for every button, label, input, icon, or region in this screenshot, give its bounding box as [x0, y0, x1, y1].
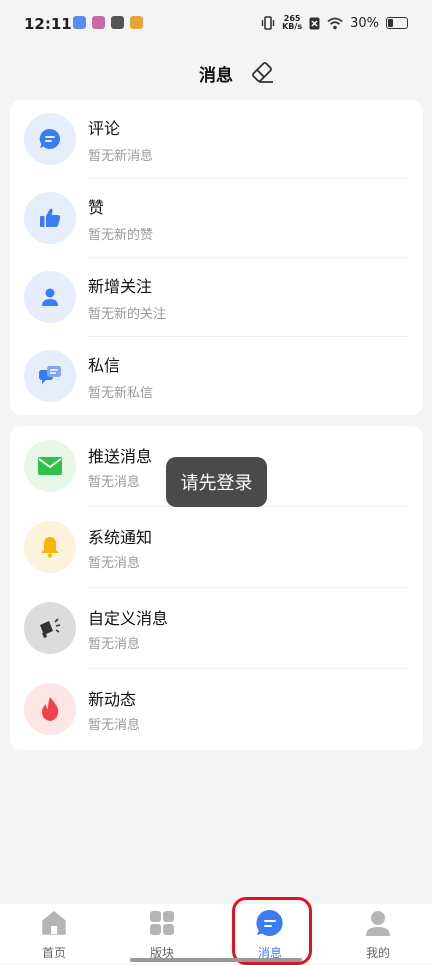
item-title: 新增关注 [88, 277, 153, 296]
item-subtitle: 暂无消息 [88, 637, 141, 652]
list-item-new-activity[interactable]: 新动态 暂无消息 [10, 669, 423, 750]
vibrate-icon [261, 16, 275, 30]
no-sim-icon [309, 17, 320, 29]
wifi-icon [327, 17, 343, 29]
item-subtitle: 暂无新消息 [88, 149, 154, 164]
interaction-messages-card: 评论 暂无新消息 赞 暂无新的赞 新增关注 暂无新的关注 私信 暂无新私信 [10, 100, 423, 415]
profile-icon [366, 911, 390, 936]
app-notification-icon [73, 16, 86, 29]
item-subtitle: 暂无新私信 [88, 386, 154, 401]
weibo-notification-icon [130, 16, 143, 29]
item-subtitle: 暂无消息 [88, 556, 141, 571]
comment-icon [24, 113, 76, 165]
item-subtitle: 暂无新的关注 [88, 307, 167, 322]
mail-icon [24, 440, 76, 492]
list-item-direct-messages[interactable]: 私信 暂无新私信 [10, 337, 423, 415]
chat-bubbles-icon [24, 350, 76, 402]
list-item-comments[interactable]: 评论 暂无新消息 [10, 100, 423, 179]
page-title: 消息 [199, 66, 233, 86]
nav-label: 我的 [365, 946, 390, 960]
home-indicator[interactable] [130, 958, 302, 962]
item-title: 私信 [88, 356, 121, 375]
nav-label: 首页 [41, 946, 66, 960]
list-item-likes[interactable]: 赞 暂无新的赞 [10, 179, 423, 258]
login-required-toast: 请先登录 [166, 457, 267, 507]
header: 消息 [0, 52, 432, 92]
status-time: 12:11 [24, 15, 72, 33]
grid-icon [150, 911, 174, 935]
highlight-box [232, 897, 312, 965]
nav-sections[interactable]: 版块 [122, 904, 202, 964]
network-speed: 265 KB/s [282, 14, 303, 31]
item-title: 新动态 [88, 690, 137, 709]
item-title: 评论 [88, 119, 121, 138]
battery-percent: 30% [350, 15, 379, 31]
nav-home[interactable]: 首页 [14, 904, 94, 964]
bottom-nav: 首页 版块 消息 我的 [0, 904, 432, 964]
megaphone-icon [24, 602, 76, 654]
item-title: 推送消息 [88, 447, 153, 466]
notification-icons [73, 16, 143, 29]
thumbs-up-icon [24, 192, 76, 244]
list-item-new-followers[interactable]: 新增关注 暂无新的关注 [10, 258, 423, 337]
app-notification-icon [92, 16, 105, 29]
item-subtitle: 暂无消息 [88, 718, 141, 733]
app-notification-icon [111, 16, 124, 29]
home-icon [42, 911, 66, 935]
bell-icon [24, 521, 76, 573]
person-icon [24, 271, 76, 323]
flame-icon [24, 683, 76, 735]
item-title: 自定义消息 [88, 609, 169, 628]
list-item-custom-messages[interactable]: 自定义消息 暂无消息 [10, 588, 423, 669]
nav-profile[interactable]: 我的 [338, 904, 418, 964]
status-bar: 12:11 265 KB/s 30% [0, 0, 432, 50]
item-subtitle: 暂无新的赞 [88, 228, 154, 243]
list-item-system-notifications[interactable]: 系统通知 暂无消息 [10, 507, 423, 588]
item-title: 赞 [88, 198, 105, 217]
item-subtitle: 暂无消息 [88, 475, 141, 490]
eraser-icon[interactable] [248, 58, 276, 86]
item-title: 系统通知 [88, 528, 153, 547]
battery-icon [386, 17, 408, 29]
